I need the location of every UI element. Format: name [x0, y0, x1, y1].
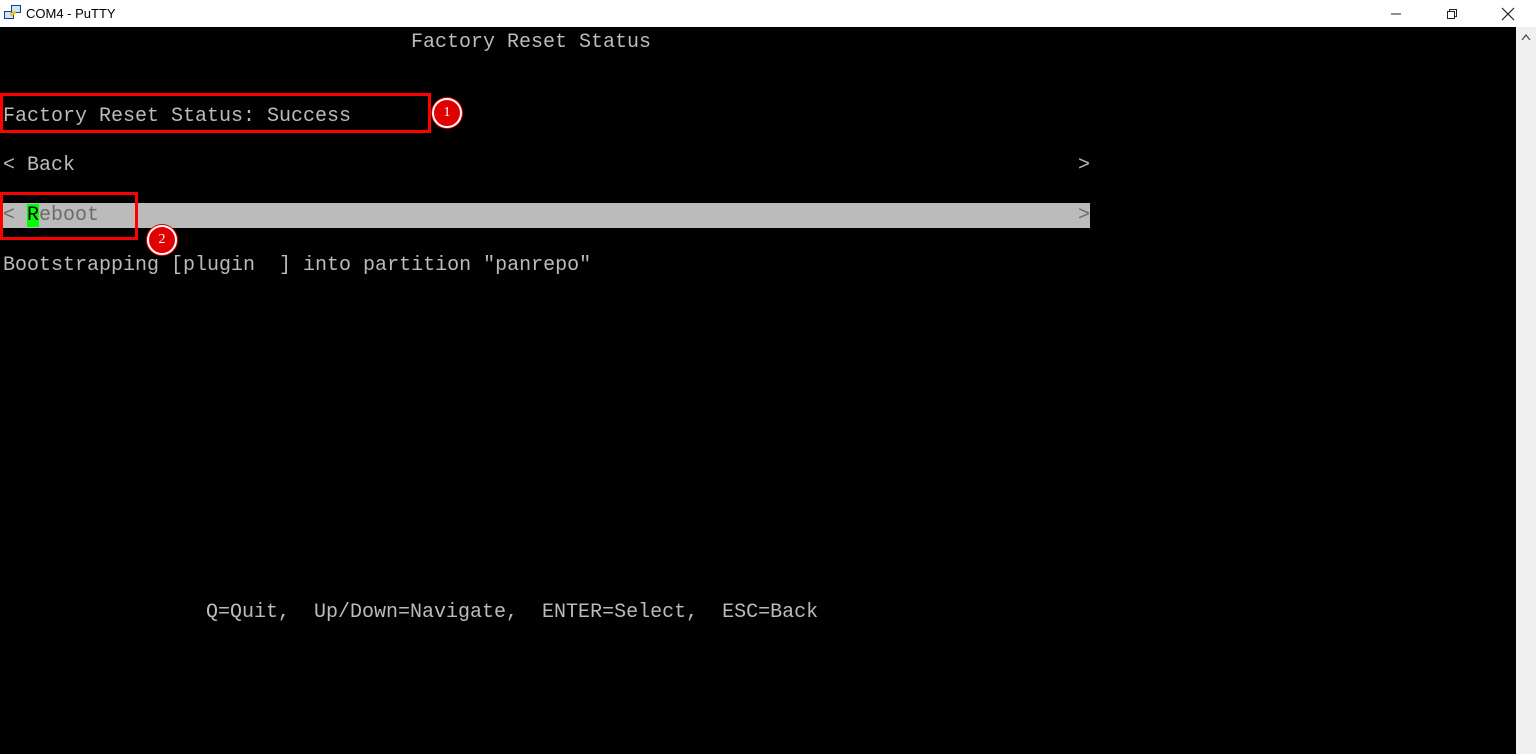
putty-icon[interactable]: [4, 4, 22, 23]
vertical-scrollbar[interactable]: [1516, 27, 1536, 754]
scroll-up-button[interactable]: [1516, 27, 1536, 47]
annotation-box-2: [0, 192, 138, 240]
window-title: COM4 - PuTTY: [26, 6, 116, 21]
bootstrap-log-line: Bootstrapping [plugin ] into partition "…: [3, 254, 592, 277]
restore-icon: [1447, 8, 1457, 19]
chevron-right-icon: >: [1077, 154, 1090, 177]
annotation-badge-1: 1: [432, 98, 462, 128]
minimize-icon: [1391, 13, 1401, 14]
minimize-button[interactable]: [1368, 0, 1424, 27]
screen-heading: Factory Reset Status: [411, 31, 652, 54]
title-bar[interactable]: COM4 - PuTTY: [0, 0, 1536, 27]
restore-button[interactable]: [1424, 0, 1480, 27]
putty-window: COM4 - PuTTY Factory Reset Status Factor…: [0, 0, 1536, 754]
annotation-box-1: [0, 93, 431, 133]
terminal-screen[interactable]: Factory Reset Status Factory Reset Statu…: [0, 27, 1516, 754]
menu-item-back[interactable]: < Back >: [0, 153, 1090, 178]
chevron-right-icon: >: [1077, 204, 1090, 227]
annotation-badge-2: 2: [147, 225, 177, 255]
window-controls: [1368, 0, 1536, 27]
close-icon: [1501, 7, 1515, 20]
key-help-line: Q=Quit, Up/Down=Navigate, ENTER=Select, …: [206, 601, 819, 624]
chevron-up-icon: [1521, 33, 1531, 41]
close-button[interactable]: [1480, 0, 1536, 27]
menu-item-label: < Back: [3, 154, 76, 177]
